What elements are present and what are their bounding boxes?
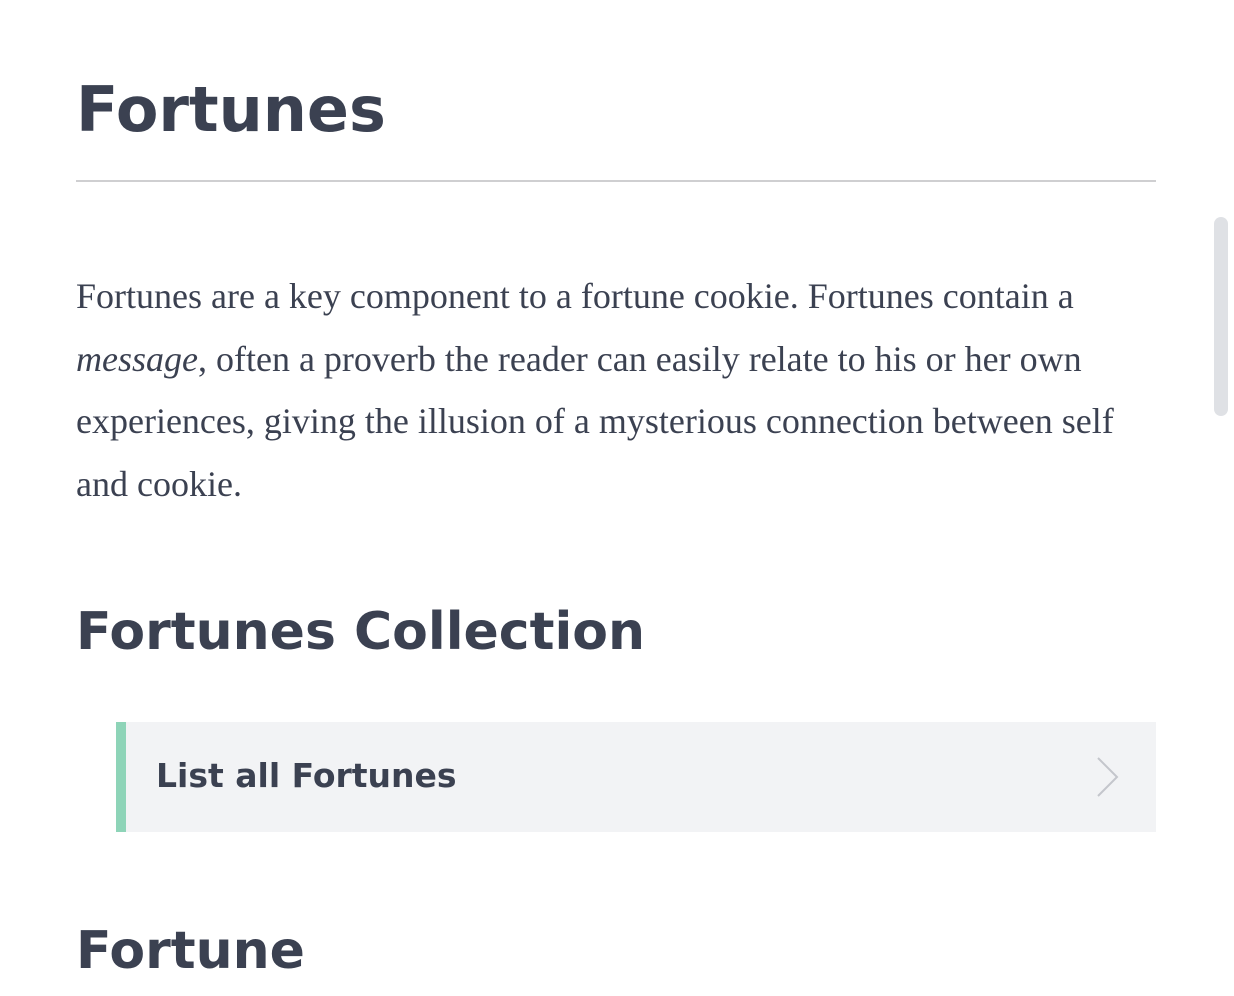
intro-paragraph: Fortunes are a key component to a fortun…: [76, 265, 1156, 515]
section-heading-fortunes-collection: Fortunes Collection: [76, 602, 646, 662]
chevron-right-icon: [1097, 757, 1119, 797]
scrollbar-thumb[interactable]: [1214, 217, 1228, 416]
intro-emphasis: message: [76, 338, 198, 379]
section-heading-fortune: Fortune: [76, 921, 305, 981]
intro-text-start: Fortunes are a key component to a fortun…: [76, 276, 1074, 316]
page-title: Fortunes: [76, 73, 386, 146]
intro-text-end: , often a proverb the reader can easily …: [76, 338, 1114, 504]
action-label: List all Fortunes: [156, 756, 457, 795]
title-divider: [76, 180, 1156, 182]
list-all-fortunes-link[interactable]: List all Fortunes: [116, 722, 1156, 832]
